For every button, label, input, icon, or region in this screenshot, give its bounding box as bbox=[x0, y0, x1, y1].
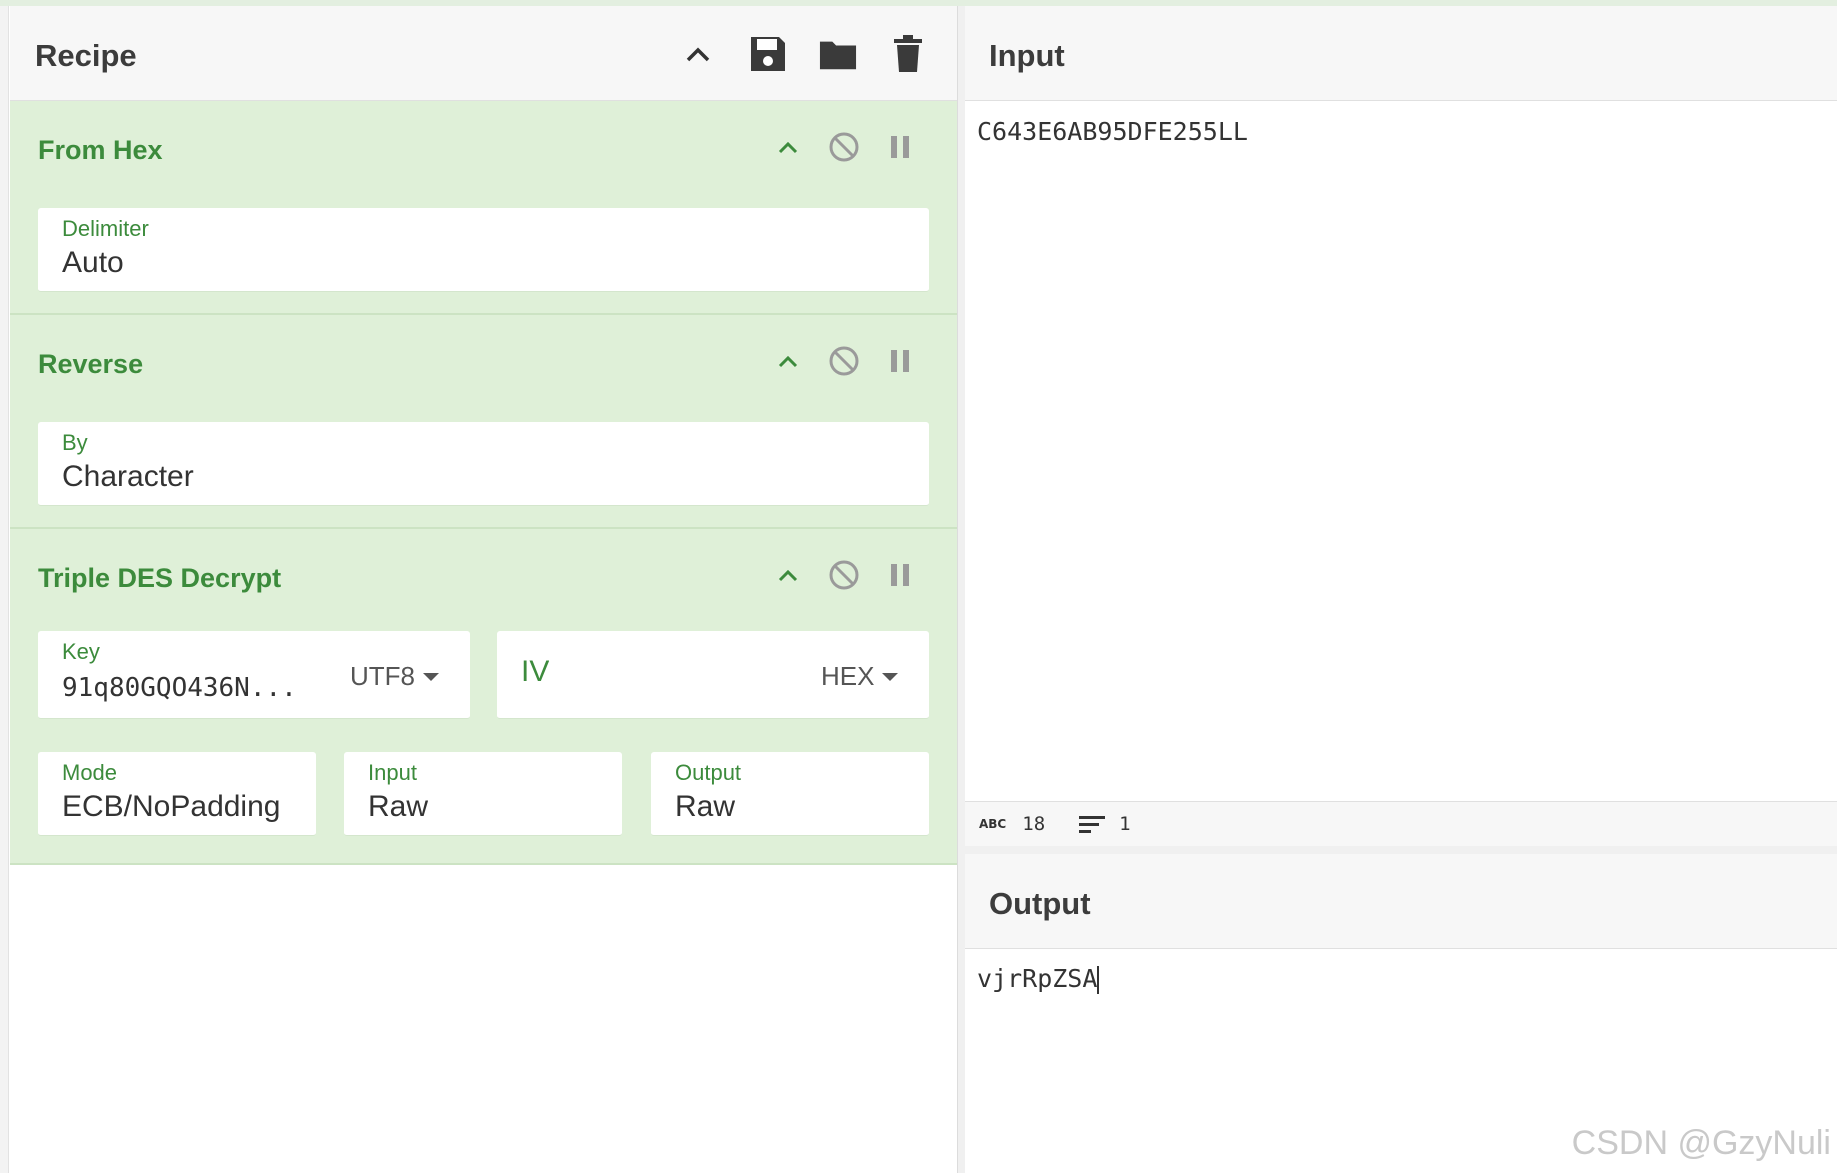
chevron-up-icon[interactable] bbox=[771, 130, 805, 164]
disable-icon[interactable] bbox=[827, 130, 861, 164]
input-pane: Input C643E6AB95DFE255LL bbox=[965, 6, 1837, 801]
input-textarea[interactable]: C643E6AB95DFE255LL bbox=[977, 117, 1248, 146]
caret-down-icon bbox=[882, 672, 899, 681]
field-label: Key bbox=[62, 639, 100, 664]
recipe-header: Recipe bbox=[10, 6, 957, 101]
output-format-field[interactable]: Output Raw bbox=[651, 752, 929, 836]
pause-icon[interactable] bbox=[883, 130, 917, 164]
operation-title: Reverse bbox=[38, 349, 144, 379]
recipe-title: Recipe bbox=[35, 38, 137, 73]
operation-triple-des-decrypt: Triple DES Decrypt Key 91q80GQO436N... U… bbox=[10, 529, 957, 865]
input-statusbar: ABC 18 1 bbox=[965, 801, 1837, 846]
field-label: Delimiter bbox=[62, 216, 149, 241]
vertical-splitter[interactable] bbox=[958, 6, 965, 1173]
input-title: Input bbox=[989, 38, 1065, 73]
operation-title: Triple DES Decrypt bbox=[38, 563, 282, 593]
save-icon[interactable] bbox=[749, 34, 787, 74]
disable-icon[interactable] bbox=[827, 558, 861, 592]
field-value: Character bbox=[62, 460, 194, 493]
iv-placeholder: IV bbox=[521, 655, 550, 688]
chevron-up-icon[interactable] bbox=[771, 558, 805, 592]
disable-icon[interactable] bbox=[827, 344, 861, 378]
operation-from-hex: From Hex Delimiter Auto bbox=[10, 101, 957, 315]
lines-icon bbox=[1079, 814, 1106, 834]
dropdown-label: UTF8 bbox=[350, 661, 415, 691]
output-title: Output bbox=[989, 886, 1091, 921]
input-format-field[interactable]: Input Raw bbox=[344, 752, 622, 836]
text-cursor bbox=[1097, 966, 1100, 994]
field-value: Auto bbox=[62, 246, 124, 279]
field-label: Input bbox=[368, 760, 417, 785]
key-value: 91q80GQO436N... bbox=[62, 673, 297, 703]
output-text: vjrRpZSA bbox=[977, 964, 1098, 993]
abc-icon: ABC bbox=[979, 817, 1007, 831]
mode-field[interactable]: Mode ECB/NoPadding bbox=[38, 752, 316, 836]
recipe-pane: Recipe From Hex Delimiter Auto Reverse B… bbox=[10, 6, 958, 1173]
output-header: Output bbox=[965, 854, 1837, 949]
field-label: Mode bbox=[62, 760, 118, 785]
chevron-up-icon[interactable] bbox=[679, 34, 717, 74]
iv-field[interactable]: IV HEX bbox=[497, 631, 929, 719]
chevron-up-icon[interactable] bbox=[771, 344, 805, 378]
field-label: Output bbox=[675, 760, 742, 785]
left-edge bbox=[0, 6, 9, 1173]
field-value: Raw bbox=[368, 790, 429, 823]
operation-title: From Hex bbox=[38, 135, 163, 165]
field-value: ECB/NoPadding bbox=[62, 790, 281, 823]
horizontal-splitter[interactable] bbox=[965, 846, 1837, 854]
iv-encoding-dropdown[interactable]: HEX bbox=[821, 661, 899, 692]
input-header: Input bbox=[965, 6, 1837, 101]
output-textarea[interactable]: vjrRpZSA bbox=[977, 964, 1100, 994]
field-value: Raw bbox=[675, 790, 736, 823]
key-field[interactable]: Key 91q80GQO436N... UTF8 bbox=[38, 631, 470, 719]
key-encoding-dropdown[interactable]: UTF8 bbox=[350, 661, 439, 692]
folder-icon[interactable] bbox=[819, 34, 857, 74]
field-label: By bbox=[62, 430, 88, 455]
input-length: 18 bbox=[1022, 813, 1046, 835]
operation-reverse: Reverse By Character bbox=[10, 315, 957, 529]
pause-icon[interactable] bbox=[883, 558, 917, 592]
pause-icon[interactable] bbox=[883, 344, 917, 378]
caret-down-icon bbox=[423, 672, 439, 681]
trash-icon[interactable] bbox=[889, 34, 927, 74]
input-line-count: 1 bbox=[1119, 813, 1131, 835]
dropdown-label: HEX bbox=[821, 661, 875, 691]
by-field[interactable]: By Character bbox=[38, 422, 929, 506]
watermark: CSDN @GzyNuli bbox=[1571, 1124, 1831, 1162]
delimiter-field[interactable]: Delimiter Auto bbox=[38, 208, 929, 292]
